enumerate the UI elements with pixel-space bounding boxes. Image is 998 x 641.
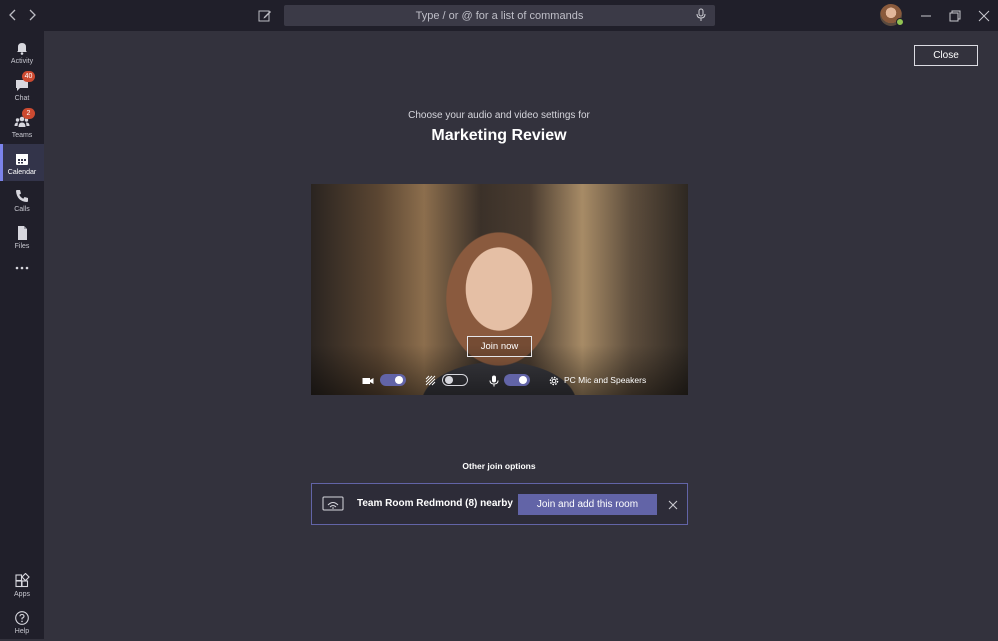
- settings-prompt: Choose your audio and video settings for: [408, 110, 590, 121]
- toggle-knob: [395, 376, 403, 384]
- other-join-options-heading: Other join options: [462, 461, 536, 471]
- dismiss-icon[interactable]: [667, 498, 679, 510]
- title-bar: Type / or @ for a list of commands: [0, 0, 998, 31]
- chat-badge: 40: [22, 71, 35, 82]
- file-icon: [14, 225, 30, 241]
- ellipsis-icon[interactable]: [0, 263, 44, 281]
- room-name: Team Room Redmond (8) nearby: [357, 498, 513, 509]
- rail-item-calendar[interactable]: Calendar: [0, 144, 44, 181]
- phone-icon: [14, 188, 30, 204]
- rail-item-help[interactable]: Help: [0, 605, 44, 641]
- rail-item-chat[interactable]: 40 Chat: [0, 71, 44, 108]
- app-rail: Activity 40 Chat 2 Teams Calendar Calls …: [0, 31, 44, 639]
- audio-device-label[interactable]: PC Mic and Speakers: [564, 375, 646, 385]
- compose-icon[interactable]: [257, 8, 273, 24]
- background-blur-icon: [425, 374, 437, 386]
- meeting-title: Marketing Review: [431, 127, 567, 144]
- nearby-room-card: Team Room Redmond (8) nearby Join and ad…: [311, 483, 688, 525]
- calendar-icon: [14, 151, 30, 167]
- rail-item-apps[interactable]: Apps: [0, 568, 44, 604]
- rail-item-teams[interactable]: 2 Teams: [0, 108, 44, 145]
- rail-item-label: Help: [14, 628, 30, 635]
- rail-item-label: Files: [14, 243, 30, 250]
- rail-item-label: Apps: [14, 591, 30, 598]
- rail-item-calls[interactable]: Calls: [0, 183, 44, 219]
- rail-item-activity[interactable]: Activity: [0, 35, 44, 71]
- room-device-icon: [322, 495, 344, 513]
- toggle-knob: [445, 375, 453, 384]
- presence-status-icon: [896, 18, 904, 26]
- join-and-add-room-button[interactable]: Join and add this room: [518, 494, 657, 515]
- command-search-box[interactable]: Type / or @ for a list of commands: [284, 5, 715, 26]
- apps-icon: [14, 572, 30, 589]
- chevron-right-icon[interactable]: [25, 8, 39, 22]
- minimize-icon[interactable]: [916, 6, 936, 26]
- rail-item-label: Calls: [14, 206, 30, 213]
- rail-item-files[interactable]: Files: [0, 220, 44, 256]
- rail-item-label: Chat: [14, 95, 30, 102]
- search-placeholder: Type / or @ for a list of commands: [415, 9, 584, 22]
- close-icon[interactable]: [974, 6, 994, 26]
- gear-icon[interactable]: [548, 374, 560, 386]
- rail-item-label: Calendar: [7, 169, 37, 176]
- toggle-knob: [519, 376, 527, 384]
- background-blur-toggle[interactable]: [442, 374, 468, 386]
- close-button[interactable]: Close: [914, 45, 978, 66]
- restore-icon[interactable]: [945, 6, 965, 26]
- teams-badge: 2: [22, 108, 35, 119]
- chevron-left-icon[interactable]: [6, 8, 20, 22]
- camera-icon: [362, 374, 374, 386]
- camera-toggle[interactable]: [380, 374, 406, 386]
- bell-icon: [14, 40, 30, 56]
- chat-icon: 40: [14, 71, 35, 93]
- rail-item-label: Teams: [11, 132, 33, 139]
- microphone-icon[interactable]: [695, 8, 707, 22]
- teams-icon: 2: [14, 108, 35, 130]
- join-now-button[interactable]: Join now: [467, 336, 532, 357]
- microphone-icon: [488, 374, 500, 387]
- video-preview: Join now PC Mic and Speakers: [311, 184, 688, 395]
- help-icon: [14, 610, 30, 626]
- rail-item-label: Activity: [10, 58, 34, 65]
- microphone-toggle[interactable]: [504, 374, 530, 386]
